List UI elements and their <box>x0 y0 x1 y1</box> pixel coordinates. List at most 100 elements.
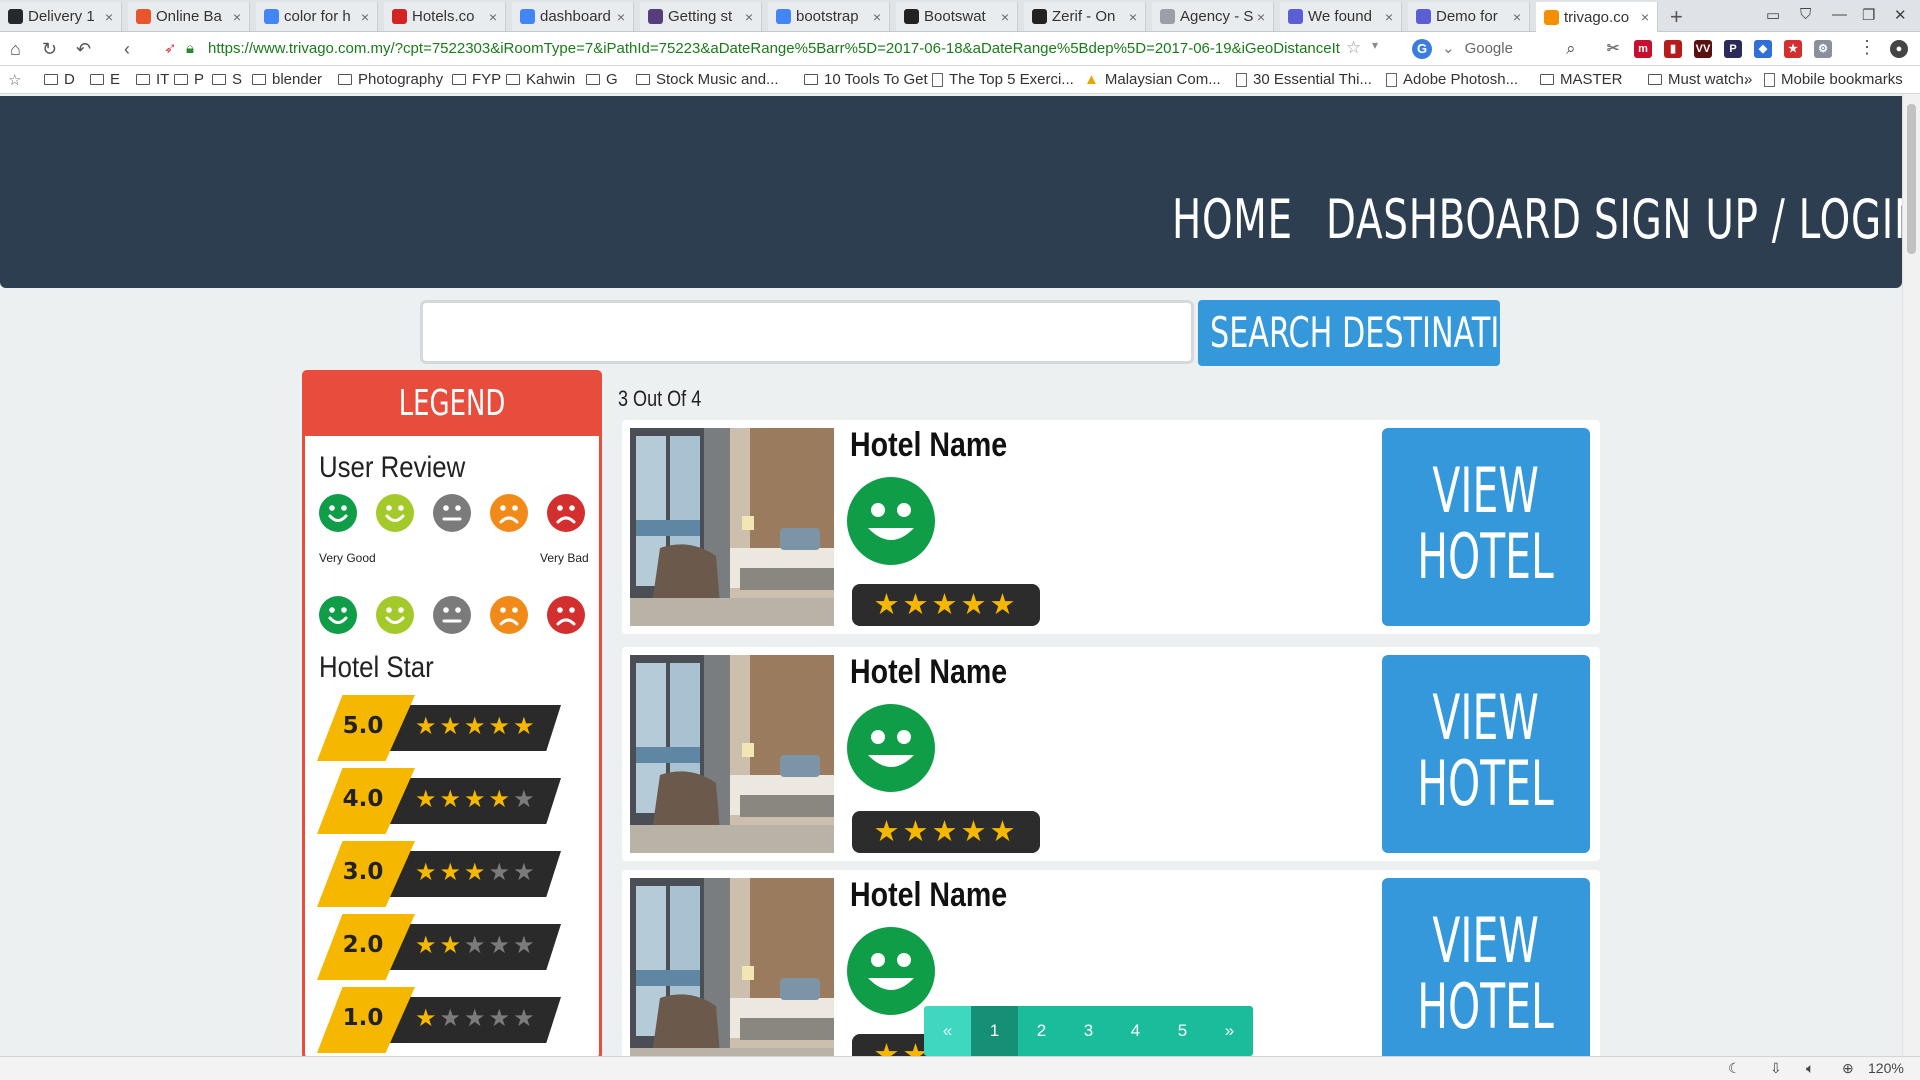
browser-tab[interactable]: Delivery 1 × <box>0 2 122 31</box>
night-mode-icon[interactable]: ☾ <box>1728 1060 1741 1077</box>
page-2-button[interactable]: 2 <box>1018 1006 1065 1056</box>
extension-vv-icon[interactable]: VV <box>1694 40 1712 58</box>
hotel-photo[interactable] <box>630 878 834 1056</box>
home-icon[interactable]: ⌂ <box>10 39 21 60</box>
browser-tab[interactable]: bootstrap × <box>768 2 890 31</box>
close-tab-icon[interactable]: × <box>229 9 245 25</box>
bookmark-item[interactable]: Stock Music and... <box>636 71 779 88</box>
bookmark-item[interactable]: D <box>44 71 75 88</box>
back-icon[interactable]: ‹ <box>124 39 130 60</box>
new-tab-button[interactable]: + <box>1670 4 1683 30</box>
extension-book-icon[interactable]: ▮ <box>1664 40 1682 58</box>
page-1-button[interactable]: 1 <box>971 1006 1018 1056</box>
close-tab-icon[interactable]: × <box>101 9 117 25</box>
page-scrollbar[interactable] <box>1902 94 1920 1056</box>
close-tab-icon[interactable]: × <box>1509 9 1525 25</box>
bookmark-item[interactable]: The Top 5 Exerci... <box>932 71 1074 88</box>
bookmark-star-icon[interactable]: ☆ <box>1346 38 1361 58</box>
search-engine-box[interactable]: G ⌄ Google <box>1412 37 1592 61</box>
view-hotel-button[interactable]: VIEW HOTEL <box>1382 428 1590 626</box>
extension-red-icon[interactable]: m <box>1634 40 1652 58</box>
bookmark-item[interactable]: 30 Essential Thi... <box>1236 71 1372 88</box>
browser-tab[interactable]: dashboard × <box>512 2 634 31</box>
bookmark-item[interactable]: E <box>90 71 120 88</box>
bookmark-item[interactable]: Must watch. <box>1648 71 1748 88</box>
search-destination-button[interactable]: SEARCH DESTINATION <box>1198 300 1500 366</box>
restore-button[interactable]: ❐ <box>1862 6 1875 24</box>
bookmark-item[interactable]: » <box>1744 71 1752 88</box>
close-tab-icon[interactable]: × <box>485 9 501 25</box>
zoom-icon[interactable]: ⊕ <box>1842 1060 1854 1077</box>
extension-star-icon[interactable]: ★ <box>1784 40 1802 58</box>
browser-tab[interactable]: Online Ba × <box>128 2 250 31</box>
shield-icon[interactable]: ⛉ <box>1800 6 1811 23</box>
hotel-photo[interactable] <box>630 655 834 853</box>
browser-tab[interactable]: Bootswat × <box>896 2 1018 31</box>
close-tab-icon[interactable]: × <box>997 9 1013 25</box>
page-4-button[interactable]: 4 <box>1112 1006 1159 1056</box>
volume-icon[interactable]: 🔈︎ <box>1806 1060 1814 1077</box>
address-bar[interactable]: ➶ 🔒︎ https://www.trivago.com.my/?cpt=752… <box>158 37 1390 61</box>
close-tab-icon[interactable]: × <box>1381 9 1397 25</box>
browser-tab[interactable]: Hotels.co × <box>384 2 506 31</box>
undo-icon[interactable]: ↶ <box>76 39 91 60</box>
scrollbar-thumb[interactable] <box>1907 104 1916 254</box>
close-window-button[interactable]: ✕ <box>1894 6 1907 24</box>
good-face-icon <box>375 493 415 533</box>
extension-tool-icon[interactable]: ⚙ <box>1814 40 1832 58</box>
menu-icon[interactable]: ⋮ <box>1858 37 1876 58</box>
bookmark-item[interactable]: Mobile bookmarks <box>1764 71 1903 88</box>
page-3-button[interactable]: 3 <box>1065 1006 1112 1056</box>
destination-search-input[interactable] <box>420 300 1194 364</box>
close-tab-icon[interactable]: × <box>1125 9 1141 25</box>
bookmark-item[interactable]: G <box>586 71 618 88</box>
browser-tab[interactable]: color for h × <box>256 2 378 31</box>
extension-diamond-icon[interactable]: ◆ <box>1754 40 1772 58</box>
nav-dashboard-link[interactable]: DASHBOARD <box>1326 188 1582 251</box>
page-5-button[interactable]: 5 <box>1159 1006 1206 1056</box>
browser-tab[interactable]: trivago.co × <box>1536 2 1658 32</box>
bookmark-item[interactable]: FYP <box>452 71 501 88</box>
close-tab-icon[interactable]: × <box>741 9 757 25</box>
bookmark-item[interactable]: P <box>174 71 204 88</box>
browser-tab[interactable]: Getting st × <box>640 2 762 31</box>
bookmark-item[interactable]: Photography <box>338 71 443 88</box>
bookmark-item[interactable]: 10 Tools To Get ... <box>804 71 944 88</box>
reload-icon[interactable]: ↻ <box>42 39 57 60</box>
close-tab-icon[interactable]: × <box>613 9 629 25</box>
bookmark-item[interactable]: IT <box>136 71 169 88</box>
bookmark-item[interactable]: ▲ Malaysian Com... <box>1084 71 1221 88</box>
hotel-photo[interactable] <box>630 428 834 626</box>
view-hotel-button[interactable]: VIEW HOTEL <box>1382 655 1590 853</box>
bookmark-star-icon[interactable]: ☆ <box>8 71 21 89</box>
bookmark-item[interactable]: Adobe Photosh... <box>1386 71 1518 88</box>
close-tab-icon[interactable]: × <box>357 9 373 25</box>
minimize-button[interactable]: — <box>1832 6 1847 23</box>
download-icon[interactable]: ⇩ <box>1770 1060 1782 1077</box>
hotel-name[interactable]: Hotel Name <box>850 653 1007 692</box>
nav-home-link[interactable]: HOME <box>1172 188 1293 251</box>
prev-page-button[interactable]: « <box>924 1006 971 1056</box>
profile-icon[interactable]: ● <box>1890 40 1908 58</box>
close-tab-icon[interactable]: × <box>1253 9 1269 25</box>
bookmark-item[interactable]: Kahwin <box>506 71 575 88</box>
close-tab-icon[interactable]: × <box>869 9 885 25</box>
nav-signup-login-link[interactable]: SIGN UP / LOGIN <box>1594 188 1920 251</box>
hotel-name[interactable]: Hotel Name <box>850 426 1007 465</box>
close-tab-icon[interactable]: × <box>1637 9 1653 25</box>
search-icon[interactable]: ⌕ <box>1566 39 1576 59</box>
cut-icon[interactable]: ✂ <box>1604 40 1622 58</box>
bookmark-item[interactable]: blender <box>252 71 322 88</box>
extension-p-icon[interactable]: P <box>1724 40 1742 58</box>
next-page-button[interactable]: » <box>1206 1006 1253 1056</box>
browser-tab[interactable]: We found × <box>1280 2 1402 31</box>
browser-tab[interactable]: Agency - S × <box>1152 2 1274 31</box>
browser-tab[interactable]: Zerif - On × <box>1024 2 1146 31</box>
view-hotel-button[interactable]: VIEW HOTEL <box>1382 878 1590 1056</box>
tab-search-icon[interactable]: ▭ <box>1766 6 1780 24</box>
address-dropdown-icon[interactable]: ▾ <box>1372 38 1378 52</box>
bookmark-item[interactable]: S <box>212 71 242 88</box>
bookmark-item[interactable]: MASTER <box>1540 71 1623 88</box>
hotel-name[interactable]: Hotel Name <box>850 876 1007 915</box>
browser-tab[interactable]: Demo for × <box>1408 2 1530 31</box>
